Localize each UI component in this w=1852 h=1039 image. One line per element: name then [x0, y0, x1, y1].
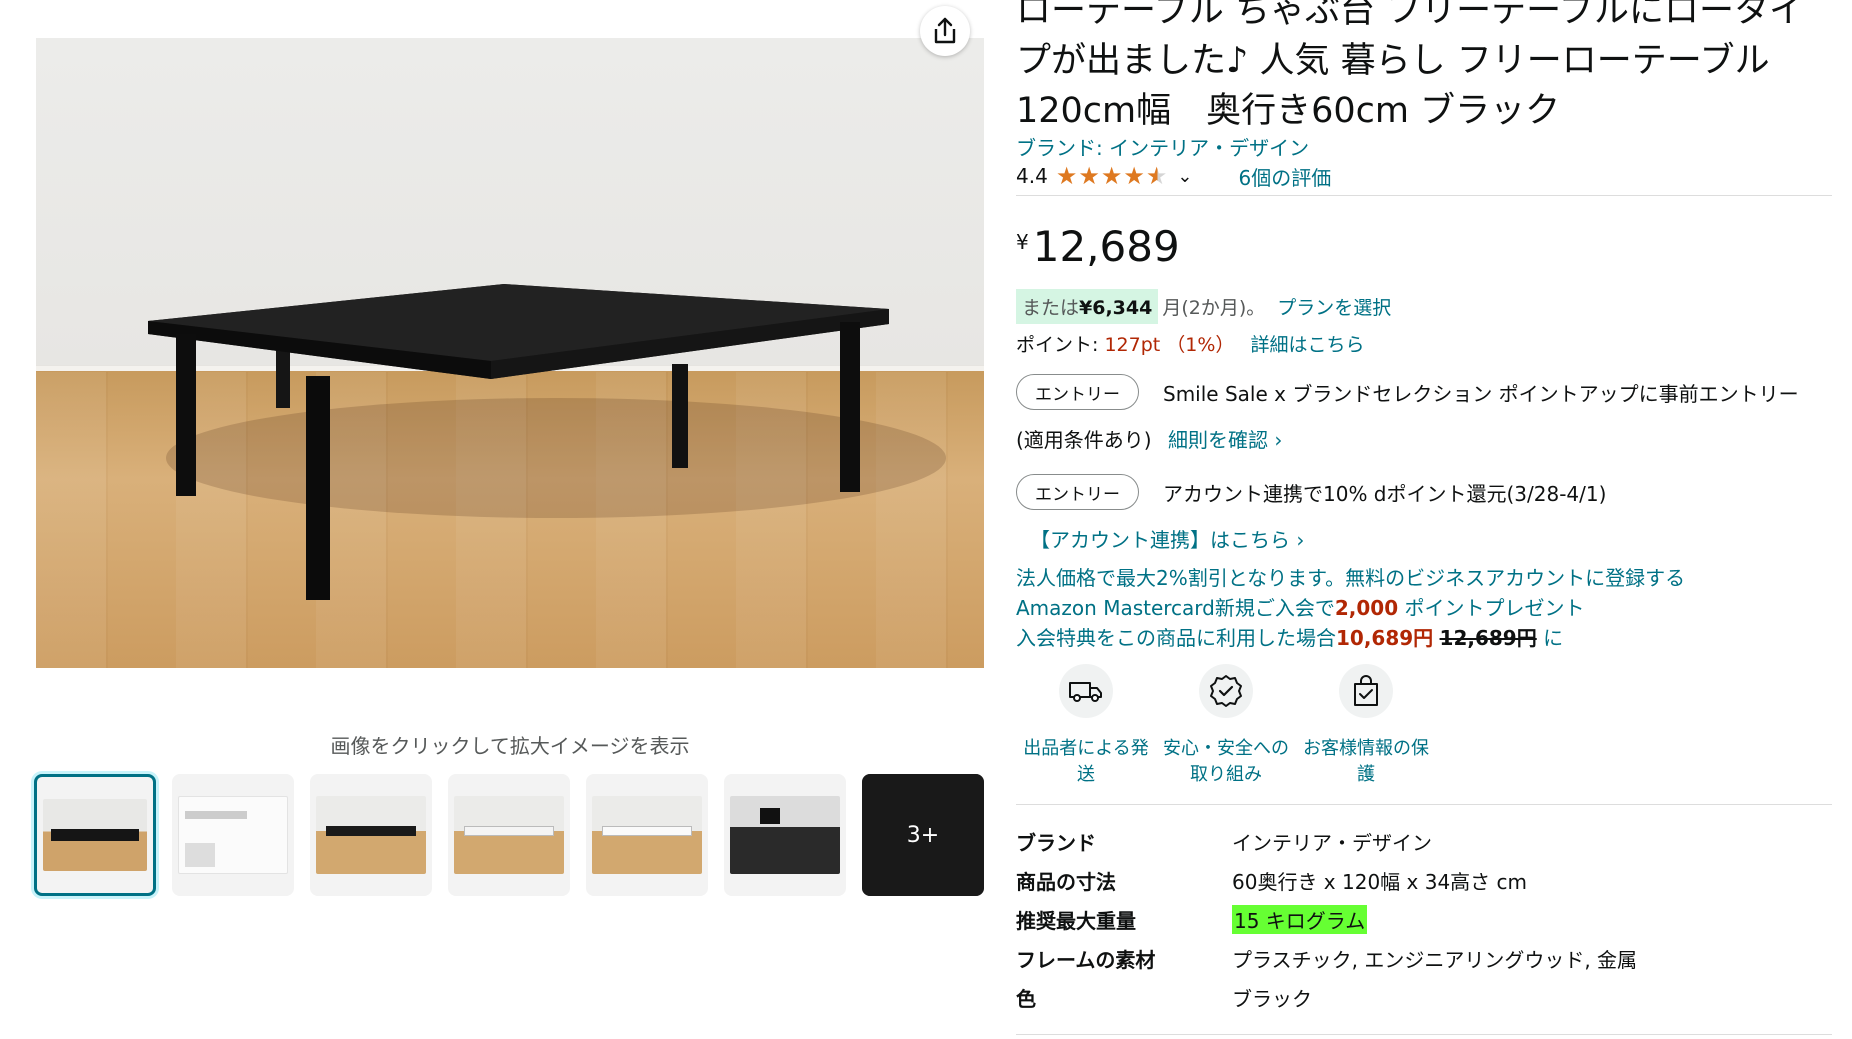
badge-privacy[interactable]: お客様情報の保護 — [1296, 664, 1436, 788]
entry-button[interactable]: エントリー — [1016, 374, 1139, 410]
safety-shield-icon — [1199, 664, 1253, 718]
thumbnail-image — [454, 796, 564, 874]
spec-key: フレームの素材 — [1016, 948, 1156, 972]
mastercard-suffix: ポイントプレゼント — [1398, 596, 1585, 620]
mastercard-original-price: 12,689円 — [1439, 626, 1537, 650]
star-icon: ★ — [1123, 162, 1145, 190]
thumbnail-6[interactable] — [724, 774, 846, 896]
promotion-condition-row: (適用条件あり) 細則を確認 › — [1016, 424, 1282, 453]
thumbnail-4[interactable] — [448, 774, 570, 896]
product-title: ローテーブル ちゃぶ台 フリーテーブルにロータイプが出ました♪ 人気 暮らし フ… — [1016, 0, 1805, 131]
mastercard-discount-price: 10,689円 — [1336, 626, 1434, 650]
points-value: 127pt （1%） — [1104, 334, 1235, 356]
account-link[interactable]: 【アカウント連携】はこちら › — [1030, 524, 1304, 553]
divider — [1016, 195, 1832, 196]
thumbnail-3[interactable] — [310, 774, 432, 896]
promotion-d-point: エントリー アカウント連携で10% dポイント還元(3/28-4/1) — [1016, 474, 1606, 510]
badge-label: 出品者による発送 — [1023, 738, 1149, 785]
spec-value: ブラック — [1232, 987, 1312, 1011]
thumbnail-strip: 3+ — [34, 774, 984, 896]
business-account-link[interactable]: 法人価格で最大2%割引となります。無料のビジネスアカウントに登録する — [1016, 562, 1685, 591]
points-label: ポイント: — [1016, 334, 1099, 356]
promotion-rules-link[interactable]: 細則を確認 › — [1168, 428, 1282, 452]
star-icon: ★ — [1100, 162, 1123, 190]
spec-key: 色 — [1016, 987, 1036, 1011]
thumbnail-image — [43, 799, 147, 871]
spec-row: 色 ブラック — [1016, 978, 1637, 1017]
spec-value-highlighted: 15 キログラム — [1232, 905, 1368, 934]
brand-link[interactable]: ブランド: インテリア・デザイン — [1016, 132, 1309, 161]
spec-row: 商品の寸法 60奥行き x 120幅 x 34高さ cm — [1016, 861, 1637, 900]
points-details-link[interactable]: 詳細はこちら — [1250, 334, 1364, 356]
price-block: ¥ 12,689 — [1016, 222, 1180, 272]
spec-key: ブランド — [1016, 831, 1096, 855]
badge-seller-shipping[interactable]: 出品者による発送 — [1016, 664, 1156, 788]
product-specs-table: ブランド インテリア・デザイン 商品の寸法 60奥行き x 120幅 x 34高… — [1016, 822, 1637, 1017]
main-product-image[interactable] — [36, 38, 984, 668]
rating-row: 4.4 ★ ★ ★ ★ ★ ⌄ 6個の評価 — [1016, 162, 1331, 190]
spec-key: 商品の寸法 — [1016, 870, 1116, 894]
secure-bag-icon — [1339, 664, 1393, 718]
divider — [1016, 804, 1832, 805]
mastercard-price-prefix: 入会特典をこの商品に利用した場合 — [1016, 626, 1336, 650]
mastercard-price-link[interactable]: 入会特典をこの商品に利用した場合10,689円 12,689円 に — [1016, 622, 1563, 651]
star-rating[interactable]: ★ ★ ★ ★ ★ — [1056, 164, 1168, 188]
thumbnail-1[interactable] — [34, 774, 156, 896]
spec-row: 推奨最大重量 15 キログラム — [1016, 900, 1637, 939]
divider — [1016, 1034, 1832, 1035]
mastercard-price-suffix: に — [1536, 626, 1564, 650]
badge-label: 安心・安全への取り組み — [1163, 738, 1289, 785]
chevron-down-icon[interactable]: ⌄ — [1177, 166, 1192, 187]
spec-key: 推奨最大重量 — [1016, 909, 1136, 933]
spec-value: インテリア・デザイン — [1232, 831, 1432, 855]
installment-suffix: 月(2か月)。 — [1162, 296, 1266, 319]
thumbnail-image — [178, 796, 288, 874]
select-plan-link[interactable]: プランを選択 — [1277, 293, 1391, 320]
share-icon — [934, 17, 956, 44]
points-row: ポイント: 127pt （1%） 詳細はこちら — [1016, 330, 1364, 357]
promotion-condition: (適用条件あり) — [1016, 428, 1152, 452]
thumbnail-5[interactable] — [586, 774, 708, 896]
mastercard-prefix: Amazon Mastercard新規ご入会で — [1016, 596, 1335, 620]
currency-symbol: ¥ — [1016, 230, 1029, 254]
share-button[interactable] — [920, 6, 970, 56]
review-count-link[interactable]: 6個の評価 — [1238, 162, 1331, 191]
thumbnail-image — [730, 796, 840, 874]
installment-prefix: または — [1022, 296, 1080, 319]
rating-number: 4.4 — [1016, 164, 1048, 188]
star-icon: ★ — [1078, 162, 1100, 190]
badge-safety[interactable]: 安心・安全への取り組み — [1156, 664, 1296, 788]
spec-row: ブランド インテリア・デザイン — [1016, 822, 1637, 861]
thumbnail-2[interactable] — [172, 774, 294, 896]
spec-value: 60奥行き x 120幅 x 34高さ cm — [1232, 870, 1528, 894]
entry-button[interactable]: エントリー — [1016, 474, 1139, 510]
mastercard-offer-link[interactable]: Amazon Mastercard新規ご入会で2,000 ポイントプレゼント — [1016, 592, 1585, 621]
delivery-truck-icon — [1059, 664, 1113, 718]
trust-badges: 出品者による発送 安心・安全への取り組み お客様情報の保護 — [1016, 664, 1436, 788]
black-low-table-illustration — [148, 284, 946, 600]
more-images-count: 3+ — [862, 774, 984, 896]
thumbnail-image — [592, 796, 702, 874]
installment-row: または¥6,344 月(2か月)。 プランを選択 — [1016, 288, 1391, 324]
promotion-text: アカウント連携で10% dポイント還元(3/28-4/1) — [1163, 481, 1607, 506]
badge-label: お客様情報の保護 — [1303, 738, 1429, 785]
spec-row: フレームの素材 プラスチック, エンジニアリングウッド, 金属 — [1016, 939, 1637, 978]
installment-badge: または¥6,344 — [1016, 288, 1159, 324]
star-icon: ★ — [1055, 162, 1078, 190]
promotion-text: Smile Sale x ブランドセレクション ポイントアップに事前エントリー — [1163, 381, 1799, 406]
thumbnail-image — [316, 796, 426, 874]
thumbnail-more[interactable]: 3+ — [862, 774, 984, 896]
promotion-smile-sale: エントリー Smile Sale x ブランドセレクション ポイントアップに事前… — [1016, 374, 1832, 410]
gallery-zoom-hint: 画像をクリックして拡大イメージを表示 — [330, 734, 690, 758]
spec-value: プラスチック, エンジニアリングウッド, 金属 — [1232, 948, 1638, 972]
price-amount: 12,689 — [1032, 222, 1180, 271]
star-icon: ★ — [1145, 162, 1168, 190]
mastercard-points: 2,000 — [1334, 596, 1399, 620]
installment-amount: ¥6,344 — [1079, 296, 1153, 319]
